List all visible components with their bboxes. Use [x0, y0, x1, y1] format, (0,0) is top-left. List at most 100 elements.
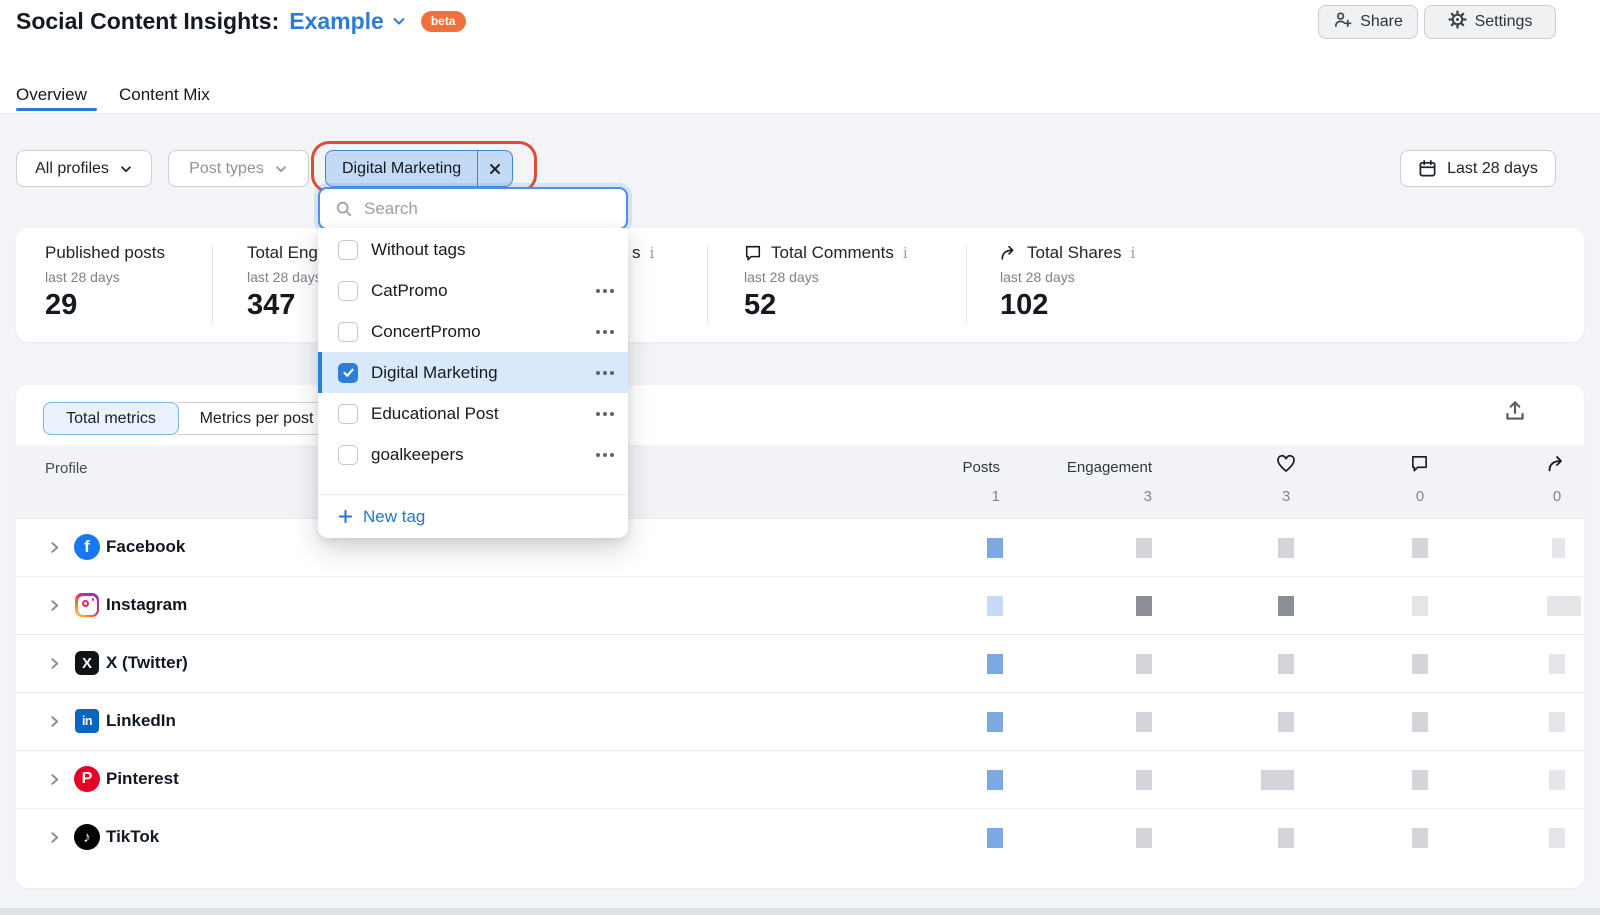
pinterest-icon: P — [73, 765, 101, 793]
redacted-metric-block — [1136, 596, 1152, 616]
shares-total: 0 — [1553, 488, 1561, 505]
comments-total: 0 — [1416, 488, 1424, 505]
card-divider — [966, 246, 967, 324]
date-range-button[interactable]: Last 28 days — [1400, 150, 1556, 187]
redacted-metric-block — [1278, 654, 1294, 674]
info-icon[interactable]: i — [650, 244, 655, 262]
tag-search-input[interactable] — [364, 199, 614, 219]
search-icon — [335, 200, 353, 218]
share-button[interactable]: Share — [1318, 5, 1418, 39]
table-header: Profile Posts Engagement 1 3 3 0 0 — [16, 445, 1584, 518]
card-divider — [212, 246, 213, 324]
tag-option-digital-marketing[interactable]: Digital Marketing — [318, 352, 628, 393]
project-name[interactable]: Example — [289, 8, 384, 35]
new-tag-button[interactable]: New tag — [318, 494, 628, 538]
redacted-metric-block — [987, 712, 1003, 732]
metric-label: Total Comments — [771, 243, 894, 263]
unchecked-checkbox[interactable] — [338, 445, 358, 465]
tag-list-panel: Without tagsCatPromo ConcertPromo Digital … — [318, 228, 628, 538]
top-bar: Social Content Insights: Example beta Sh… — [0, 0, 1600, 48]
facebook-icon: f — [73, 533, 101, 561]
profile-row-instagram[interactable]: Instagram — [16, 576, 1584, 634]
metric-period: last 28 days — [1000, 269, 1075, 285]
more-options-icon[interactable] — [596, 289, 614, 293]
metric-label-fragment: s — [632, 243, 641, 263]
tab-overview[interactable]: Overview — [16, 85, 87, 105]
expand-chevron-icon[interactable] — [48, 541, 61, 554]
redacted-metric-block — [1549, 654, 1565, 674]
profile-row-pinterest[interactable]: PPinterest — [16, 750, 1584, 808]
profile-name: Facebook — [106, 537, 185, 557]
post-types-filter-dropdown[interactable]: Post types — [168, 150, 309, 187]
chevron-down-icon — [119, 162, 133, 176]
project-selector[interactable]: Example — [289, 8, 407, 35]
date-range-label: Last 28 days — [1447, 160, 1538, 178]
redacted-metric-block — [1278, 596, 1294, 616]
profiles-filter-dropdown[interactable]: All profiles — [16, 150, 152, 187]
profile-name: Instagram — [106, 595, 187, 615]
profile-name: X (Twitter) — [106, 653, 188, 673]
info-icon[interactable]: i — [1131, 244, 1136, 262]
more-options-icon[interactable] — [596, 412, 614, 416]
tag-option-catpromo[interactable]: CatPromo — [318, 270, 628, 311]
more-options-icon[interactable] — [596, 330, 614, 334]
redacted-metric-block — [1412, 654, 1428, 674]
redacted-metric-block — [1549, 828, 1565, 848]
expand-chevron-icon[interactable] — [48, 715, 61, 728]
profile-column-header: Profile — [45, 460, 88, 477]
remove-tag-filter-icon[interactable] — [477, 151, 512, 186]
chevron-down-icon — [274, 162, 288, 176]
post-types-filter-label: Post types — [189, 160, 264, 178]
redacted-metric-block — [1547, 596, 1581, 616]
page-title: Social Content Insights: — [16, 8, 279, 35]
tag-option-label: Digital Marketing — [371, 363, 498, 383]
unchecked-checkbox[interactable] — [338, 322, 358, 342]
selected-tag-chip[interactable]: Digital Marketing — [325, 150, 513, 187]
expand-chevron-icon[interactable] — [48, 773, 61, 786]
tag-option-goalkeepers[interactable]: goalkeepers — [318, 434, 628, 475]
tag-chip-label: Digital Marketing — [326, 151, 477, 186]
redacted-metric-block — [1136, 654, 1152, 674]
beta-badge: beta — [421, 11, 466, 32]
profile-row-x[interactable]: XX (Twitter) — [16, 634, 1584, 692]
add-person-icon — [1333, 10, 1352, 34]
checked-checkbox[interactable] — [338, 363, 358, 383]
unchecked-checkbox[interactable] — [338, 281, 358, 301]
redacted-metric-block — [1278, 828, 1294, 848]
expand-chevron-icon[interactable] — [48, 831, 61, 844]
unchecked-checkbox[interactable] — [338, 404, 358, 424]
tag-search-box[interactable] — [318, 187, 628, 230]
plus-icon — [338, 509, 353, 524]
redacted-metric-block — [1136, 828, 1152, 848]
info-icon[interactable]: i — [903, 244, 908, 262]
linkedin-icon: in — [73, 707, 101, 735]
tag-option-concertpromo[interactable]: ConcertPromo — [318, 311, 628, 352]
export-icon[interactable] — [1502, 398, 1530, 426]
more-options-icon[interactable] — [596, 371, 614, 375]
unchecked-checkbox[interactable] — [338, 240, 358, 260]
tab-content-mix[interactable]: Content Mix — [119, 85, 210, 105]
metric-label: Published posts — [45, 243, 165, 263]
redacted-metric-block — [987, 654, 1003, 674]
likes-total: 3 — [1282, 488, 1290, 505]
tag-option-without-tags[interactable]: Without tags — [318, 229, 628, 270]
new-tag-label: New tag — [363, 507, 425, 527]
redacted-metric-block — [1549, 770, 1565, 790]
expand-chevron-icon[interactable] — [48, 657, 61, 670]
tag-option-label: ConcertPromo — [371, 322, 481, 342]
redacted-metric-block — [1278, 538, 1294, 558]
tag-option-educational-post[interactable]: Educational Post — [318, 393, 628, 434]
redacted-metric-block — [1412, 712, 1428, 732]
total-metrics-toggle[interactable]: Total metrics — [43, 402, 179, 435]
profile-row-tiktok[interactable]: ♪TikTok — [16, 808, 1584, 866]
profile-row-linkedin[interactable]: inLinkedIn — [16, 692, 1584, 750]
redacted-metric-block — [1136, 770, 1152, 790]
settings-button-label: Settings — [1475, 13, 1533, 31]
share-button-label: Share — [1360, 13, 1403, 31]
profile-row-facebook[interactable]: fFacebook — [16, 518, 1584, 576]
metrics-per-post-toggle[interactable]: Metrics per post — [177, 402, 337, 435]
more-options-icon[interactable] — [596, 453, 614, 457]
metric-period: last 28 days — [247, 269, 322, 285]
settings-button[interactable]: Settings — [1424, 5, 1556, 39]
expand-chevron-icon[interactable] — [48, 599, 61, 612]
